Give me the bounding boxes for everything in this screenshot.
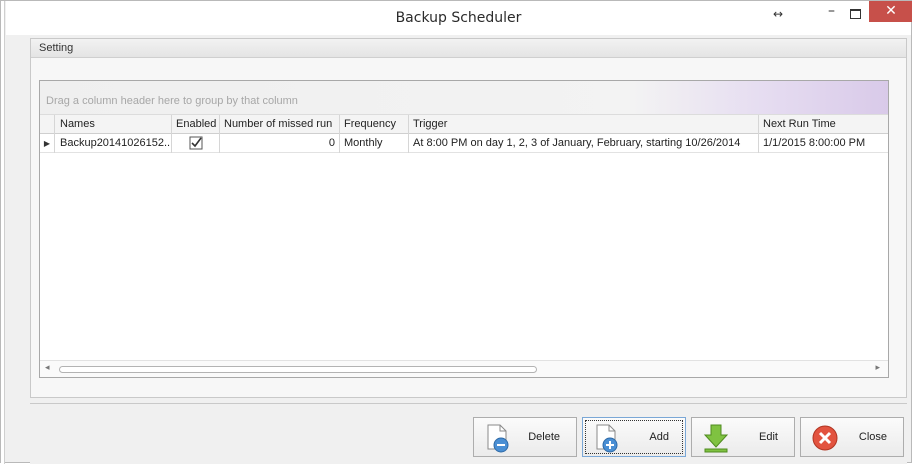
- column-header-next-run-time[interactable]: Next Run Time: [759, 115, 888, 134]
- scroll-thumb[interactable]: [59, 366, 537, 373]
- window-close-button[interactable]: ✕: [869, 1, 912, 22]
- cell-missed-run[interactable]: 0: [220, 134, 340, 153]
- column-header-names[interactable]: Names: [56, 115, 172, 134]
- setting-group-title: Setting: [31, 39, 906, 58]
- enabled-checkbox-icon[interactable]: [189, 136, 203, 150]
- schedule-grid: Drag a column header here to group by th…: [39, 80, 889, 378]
- minimize-button[interactable]: –: [828, 3, 835, 19]
- table-row[interactable]: ▶ Backup20141026152... 0 Monthly At 8:00…: [40, 134, 888, 153]
- close-circle-icon: [812, 425, 838, 451]
- edit-button[interactable]: Edit: [691, 417, 795, 457]
- download-arrow-icon: [703, 424, 729, 453]
- add-button[interactable]: Add: [582, 417, 686, 457]
- scroll-left-icon[interactable]: ◂: [45, 363, 50, 373]
- grid-header-row: Names Enabled Number of missed run Frequ…: [40, 115, 888, 134]
- row-indicator-icon: ▶: [40, 134, 55, 153]
- cell-enabled[interactable]: [172, 134, 220, 153]
- horizontal-scrollbar[interactable]: ◂ ▸: [40, 360, 888, 377]
- cell-frequency[interactable]: Monthly: [340, 134, 409, 153]
- resize-icon[interactable]: ↔: [773, 7, 783, 21]
- close-button-label: Close: [858, 431, 887, 443]
- maximize-button[interactable]: [850, 9, 861, 19]
- document-plus-icon: [596, 424, 618, 453]
- row-indicator-header: [40, 115, 55, 134]
- column-header-frequency[interactable]: Frequency: [340, 115, 409, 134]
- backup-scheduler-window: Backup Scheduler ↔ – ✕ Setting Drag a co…: [0, 0, 912, 464]
- column-header-enabled[interactable]: Enabled: [172, 115, 220, 134]
- cell-next-run-time[interactable]: 1/1/2015 8:00:00 PM: [759, 134, 888, 153]
- edit-button-label: Edit: [759, 431, 778, 443]
- group-by-panel[interactable]: Drag a column header here to group by th…: [40, 81, 888, 115]
- title-bar: Backup Scheduler ↔ – ✕: [6, 1, 912, 35]
- column-header-missed-run[interactable]: Number of missed run: [220, 115, 340, 134]
- close-button[interactable]: Close: [800, 417, 904, 457]
- scroll-right-icon[interactable]: ▸: [875, 363, 880, 373]
- document-minus-icon: [487, 424, 509, 453]
- delete-button-label: Delete: [528, 431, 560, 443]
- cell-name[interactable]: Backup20141026152...: [56, 134, 172, 153]
- add-button-label: Add: [649, 431, 669, 443]
- delete-button[interactable]: Delete: [473, 417, 577, 457]
- cell-trigger[interactable]: At 8:00 PM on day 1, 2, 3 of January, Fe…: [409, 134, 759, 153]
- column-header-trigger[interactable]: Trigger: [409, 115, 759, 134]
- window-left-edge: [1, 1, 5, 464]
